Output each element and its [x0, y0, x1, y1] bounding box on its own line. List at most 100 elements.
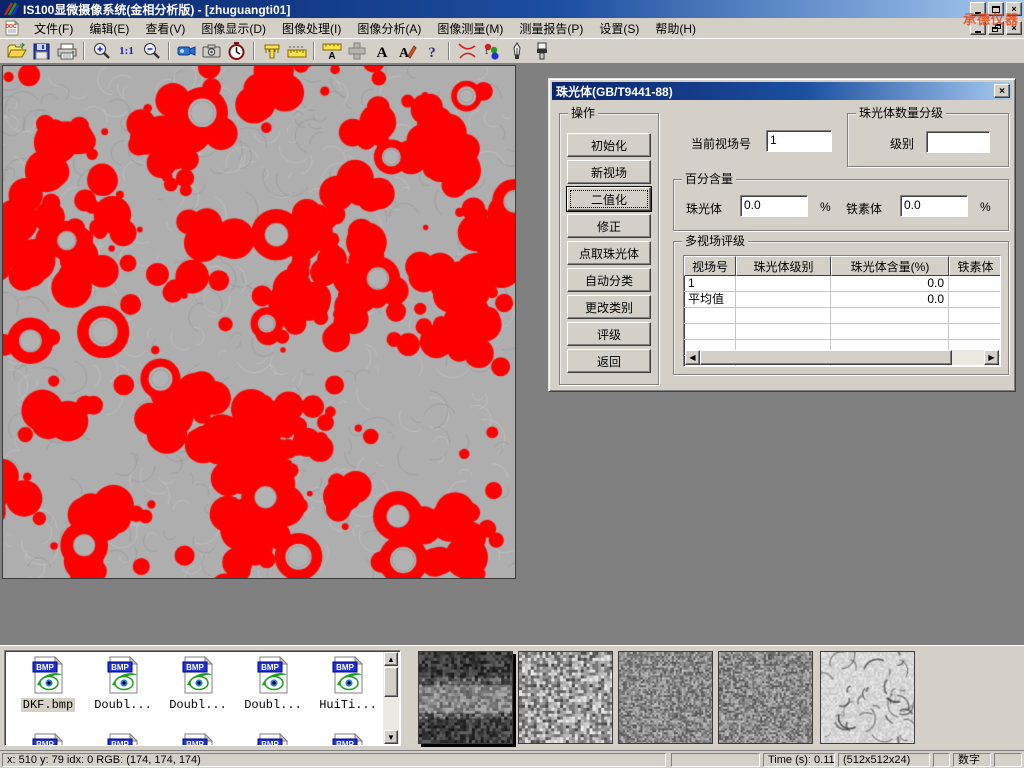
scroll-down-button[interactable]: ▼	[384, 730, 398, 744]
op-button[interactable]: 初始化	[567, 133, 651, 157]
minimize-button[interactable]	[970, 2, 986, 16]
menu-item[interactable]: 图像显示(D)	[193, 18, 274, 39]
table-cell	[684, 308, 736, 324]
op-button[interactable]: 修正	[567, 214, 651, 238]
file-vscrollbar[interactable]: ▲ ▼	[383, 652, 399, 744]
text-button[interactable]: A	[369, 40, 394, 62]
file-item[interactable]: BMPDKF.bmp	[13, 656, 83, 712]
file-item[interactable]: BMP	[163, 733, 233, 746]
pearlite-input[interactable]: 0.0	[740, 195, 808, 217]
thumbnail-1[interactable]	[418, 651, 513, 744]
table-hscrollbar[interactable]: ◀ ▶	[685, 350, 999, 365]
scroll-left-button[interactable]: ◀	[685, 350, 700, 365]
thumbnail-4[interactable]	[718, 651, 813, 744]
op-button[interactable]: 点取珠光体	[567, 241, 651, 265]
file-browser[interactable]: BMPDKF.bmpBMPDoubl...BMPDoubl...BMPDoubl…	[4, 650, 401, 746]
timer-button[interactable]	[224, 40, 249, 62]
caliper-button[interactable]	[259, 40, 284, 62]
grade-label: 级别	[890, 135, 914, 152]
dialog-title-bar[interactable]: 珠光体(GB/T9441-88) ×	[552, 82, 1012, 100]
menu-item[interactable]: 设置(S)	[591, 18, 647, 39]
op-button[interactable]: 返回	[567, 349, 651, 373]
thumbnail-5[interactable]	[820, 651, 915, 744]
menu-item[interactable]: 帮助(H)	[647, 18, 704, 39]
op-button[interactable]: 自动分类	[567, 268, 651, 292]
grid-cross-button[interactable]	[344, 40, 369, 62]
table-row[interactable]	[684, 308, 1000, 324]
table-header[interactable]: 珠光体含量(%)	[831, 256, 949, 276]
ferrite-input[interactable]: 0.0	[900, 195, 968, 217]
table-header[interactable]: 铁素体	[949, 256, 1001, 276]
mdi-minimize-button[interactable]	[970, 21, 986, 35]
zoom-out-button[interactable]	[139, 40, 164, 62]
table-header[interactable]: 珠光体级别	[736, 256, 831, 276]
pearlite-label: 珠光体	[686, 200, 722, 217]
op-button[interactable]: 更改类别	[567, 295, 651, 319]
curve-tool-button[interactable]	[454, 40, 479, 62]
menu-item[interactable]: 图像分析(A)	[349, 18, 429, 39]
file-item[interactable]: BMPHuiTi...	[313, 656, 383, 712]
rating-table[interactable]: 视场号珠光体级别珠光体含量(%)铁素体 10.0平均值0.0 ◀ ▶	[683, 255, 1001, 367]
open-button[interactable]	[4, 40, 29, 62]
svg-text:A: A	[328, 51, 335, 60]
grade-input[interactable]	[926, 131, 990, 153]
scroll-up-button[interactable]: ▲	[384, 652, 398, 666]
table-row[interactable]: 平均值0.0	[684, 292, 1000, 308]
mdi-restore-button[interactable]	[988, 21, 1004, 35]
file-item[interactable]: BMPDoubl...	[88, 656, 158, 712]
measure-text-button[interactable]: A	[319, 40, 344, 62]
menu-item[interactable]: 文件(F)	[26, 18, 81, 39]
op-button[interactable]: 新视场	[567, 160, 651, 184]
svg-text:A: A	[398, 46, 409, 60]
file-item[interactable]: BMP	[13, 733, 83, 746]
metallographic-image[interactable]	[2, 65, 516, 579]
scroll-thumb[interactable]	[384, 667, 398, 697]
help-button[interactable]: ?	[419, 40, 444, 62]
menu-item[interactable]: 图像处理(I)	[274, 18, 349, 39]
pen-button[interactable]	[504, 40, 529, 62]
mdi-close-button[interactable]: ×	[1006, 21, 1022, 35]
file-item[interactable]: BMP	[238, 733, 308, 746]
document-icon[interactable]: DOC	[4, 20, 20, 36]
annotate-button[interactable]: A	[394, 40, 419, 62]
scroll-thumb[interactable]	[700, 350, 952, 365]
video-camera-button[interactable]	[174, 40, 199, 62]
zoom-in-button[interactable]	[89, 40, 114, 62]
maximize-button[interactable]	[988, 2, 1004, 16]
current-field-label: 当前视场号	[691, 135, 751, 152]
file-item[interactable]: BMPDoubl...	[238, 656, 308, 712]
actual-size-button[interactable]: 1:1	[114, 40, 139, 62]
classify-points-button[interactable]: 1	[479, 40, 504, 62]
svg-text:BMP: BMP	[336, 740, 354, 746]
ruler-button[interactable]	[284, 40, 309, 62]
menu-item[interactable]: 编辑(E)	[81, 18, 137, 39]
op-button[interactable]: 二值化	[567, 187, 651, 211]
file-item[interactable]: BMP	[88, 733, 158, 746]
file-item[interactable]: BMP	[313, 733, 383, 746]
save-button[interactable]	[29, 40, 54, 62]
current-field-input[interactable]: 1	[766, 130, 832, 152]
table-cell	[831, 324, 949, 340]
table-cell	[736, 324, 831, 340]
menu-item[interactable]: 查看(V)	[137, 18, 193, 39]
camera-capture-button[interactable]	[199, 40, 224, 62]
op-button[interactable]: 评级	[567, 322, 651, 346]
brush-button[interactable]	[529, 40, 554, 62]
svg-text:BMP: BMP	[186, 663, 204, 672]
grade-group: 珠光体数量分级 级别	[847, 113, 1009, 167]
close-button[interactable]: ×	[1006, 2, 1022, 16]
file-item[interactable]: BMPDoubl...	[163, 656, 233, 712]
thumbnail-3[interactable]	[618, 651, 713, 744]
scroll-right-button[interactable]: ▶	[984, 350, 999, 365]
svg-text:BMP: BMP	[261, 740, 279, 746]
svg-text:1: 1	[485, 50, 489, 56]
menu-item[interactable]: 测量报告(P)	[511, 18, 591, 39]
thumbnail-2[interactable]	[518, 651, 613, 744]
dialog-close-button[interactable]: ×	[994, 84, 1010, 98]
menu-item[interactable]: 图像测量(M)	[429, 18, 511, 39]
table-row[interactable]	[684, 324, 1000, 340]
table-cell	[831, 308, 949, 324]
table-header[interactable]: 视场号	[684, 256, 736, 276]
print-button[interactable]	[54, 40, 79, 62]
table-row[interactable]: 10.0	[684, 276, 1000, 292]
